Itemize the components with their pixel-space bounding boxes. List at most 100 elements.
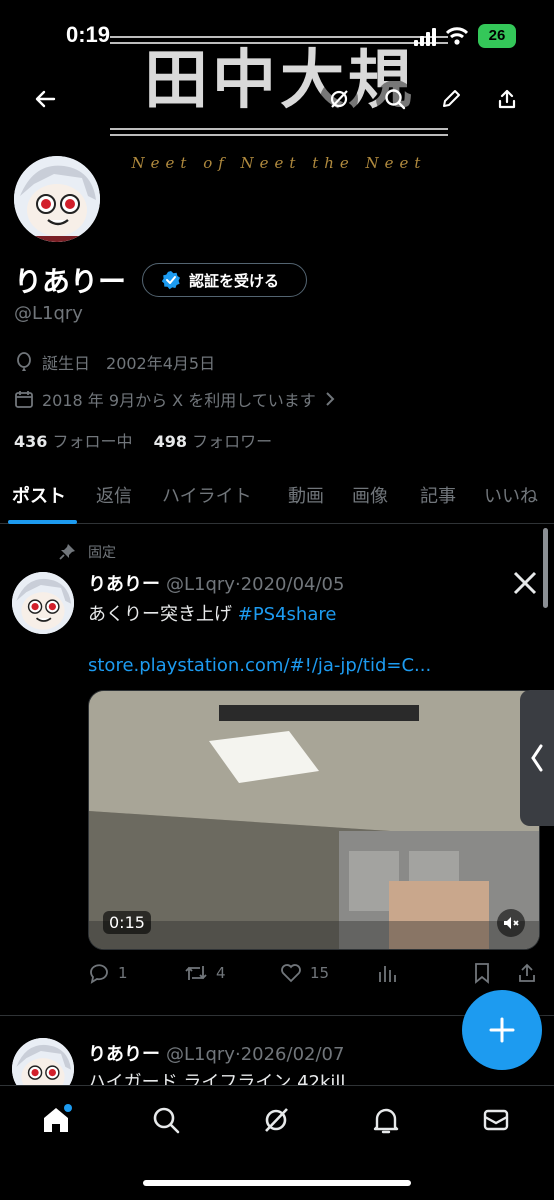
views-button[interactable] [376, 962, 398, 984]
battery-indicator: 26 [478, 24, 516, 48]
nav-messages[interactable] [476, 1100, 516, 1140]
repost-count: 4 [216, 964, 226, 982]
bookmark-icon [475, 963, 489, 984]
repost-icon [185, 966, 207, 980]
reply-count: 1 [118, 964, 128, 982]
compose-button[interactable] [462, 990, 542, 1070]
signal-icon [414, 28, 436, 46]
wifi-icon [446, 27, 468, 45]
profile-tabs: ポスト 返信 ハイライト 動画 画像 記事 いいね [0, 470, 554, 524]
reply-button[interactable]: 1 [88, 962, 128, 984]
followers-label: フォロワー [192, 432, 273, 451]
post-text: あくりー突き上げ #PS4share [88, 600, 336, 626]
tab-images[interactable]: 画像 [352, 482, 388, 508]
balloon-icon [17, 352, 31, 371]
birthday-value: 2002年4月5日 [106, 354, 216, 373]
bookmark-button[interactable] [472, 962, 492, 984]
chevron-left-icon [531, 744, 543, 772]
tab-highlights[interactable]: ハイライト [162, 482, 252, 508]
share-button[interactable] [488, 80, 526, 118]
post-hashtag[interactable]: #PS4share [238, 604, 337, 625]
tab-likes[interactable]: いいね [484, 482, 538, 508]
followers-link[interactable]: 498 フォロワー [154, 432, 273, 451]
chevron-right-icon [326, 392, 335, 406]
video-thumbnail [89, 691, 539, 949]
post-author-name[interactable]: りありー [88, 1044, 160, 1065]
banner-divider [110, 128, 448, 130]
mute-button[interactable] [497, 909, 525, 937]
profile-handle: @L1qry [14, 303, 83, 324]
analytics-icon [379, 966, 396, 982]
video-duration: 0:15 [103, 911, 151, 934]
get-verified-label: 認証を受ける [189, 271, 280, 290]
joined-date: 2018 年 9月から X を利用しています [42, 391, 316, 410]
post-link[interactable]: store.playstation.com/#!/ja-jp/tid=C... [88, 655, 431, 676]
post-author-name[interactable]: りありー [88, 574, 160, 595]
like-count: 15 [310, 964, 330, 982]
birthday-label: 誕生日 [42, 354, 91, 373]
post-author-handle[interactable]: @L1qry [166, 574, 235, 595]
search-icon [385, 89, 406, 110]
pin-icon [59, 544, 75, 560]
pencil-icon [443, 90, 460, 107]
nav-home[interactable] [36, 1100, 76, 1140]
nav-search[interactable] [146, 1100, 186, 1140]
birthday-row: 誕生日 2002年4月5日 [14, 350, 215, 374]
tab-videos[interactable]: 動画 [288, 482, 324, 508]
avatar-illustration [12, 572, 74, 634]
search-icon [153, 1107, 180, 1134]
tab-replies[interactable]: 返信 [96, 482, 132, 508]
calendar-icon [15, 391, 33, 408]
followers-count: 498 [153, 432, 188, 451]
back-button[interactable] [26, 80, 64, 118]
post-body: あくりー突き上げ [88, 604, 232, 625]
nav-notifications[interactable] [366, 1100, 406, 1140]
pinned-label: 固定 [88, 545, 116, 561]
nav-grok[interactable] [256, 1100, 296, 1140]
edit-button[interactable] [432, 80, 470, 118]
search-button[interactable] [376, 80, 414, 118]
joined-row[interactable]: 2018 年 9月から X を利用しています [14, 387, 336, 411]
verified-badge-icon [161, 271, 180, 290]
following-link[interactable]: 436 フォロー中 [14, 432, 133, 451]
tab-posts[interactable]: ポスト [12, 482, 66, 508]
post-video[interactable]: 0:15 [88, 690, 540, 950]
share-post-button[interactable] [516, 962, 538, 984]
volume-muted-icon [504, 917, 519, 929]
profile-avatar[interactable] [10, 152, 104, 246]
post-avatar[interactable] [12, 572, 74, 634]
post-date[interactable]: 2026/02/07 [241, 1044, 345, 1065]
bell-icon [373, 1108, 399, 1134]
get-verified-button[interactable]: 認証を受ける [142, 263, 307, 297]
avatar-illustration [14, 156, 100, 242]
home-icon [44, 1104, 72, 1132]
grok-icon [265, 1108, 288, 1132]
status-bar: 0:19 26 [0, 22, 554, 52]
arrow-left-icon [35, 90, 56, 108]
post-date[interactable]: 2020/04/05 [241, 574, 345, 595]
post-author-handle[interactable]: @L1qry [166, 1044, 235, 1065]
following-label: フォロー中 [52, 432, 133, 451]
follow-stats: 436 フォロー中 498 フォロワー [14, 428, 272, 452]
profile-name: りありー [14, 265, 127, 298]
share-icon [519, 963, 535, 982]
heart-icon [281, 964, 301, 983]
reply-icon [90, 964, 108, 984]
like-button[interactable]: 15 [280, 962, 329, 984]
envelope-icon [483, 1109, 509, 1131]
scrollbar[interactable] [543, 528, 548, 608]
grok-button[interactable] [320, 80, 358, 118]
repost-button[interactable]: 4 [184, 962, 226, 984]
grok-icon [330, 90, 348, 108]
status-time: 0:19 [66, 22, 111, 47]
post-actions: 1 4 15 [88, 962, 542, 988]
active-tab-indicator [8, 520, 77, 524]
x-logo-icon [513, 571, 537, 595]
post-header: りありー @L1qry·2020/04/05 [88, 570, 344, 596]
share-icon [498, 89, 516, 109]
home-indicator[interactable] [143, 1180, 411, 1186]
pinned-indicator: 固定 [58, 542, 116, 562]
side-panel-handle[interactable] [520, 690, 554, 826]
banner-subtitle: Neet of Neet the Neet [131, 154, 427, 172]
tab-articles[interactable]: 記事 [420, 482, 456, 508]
